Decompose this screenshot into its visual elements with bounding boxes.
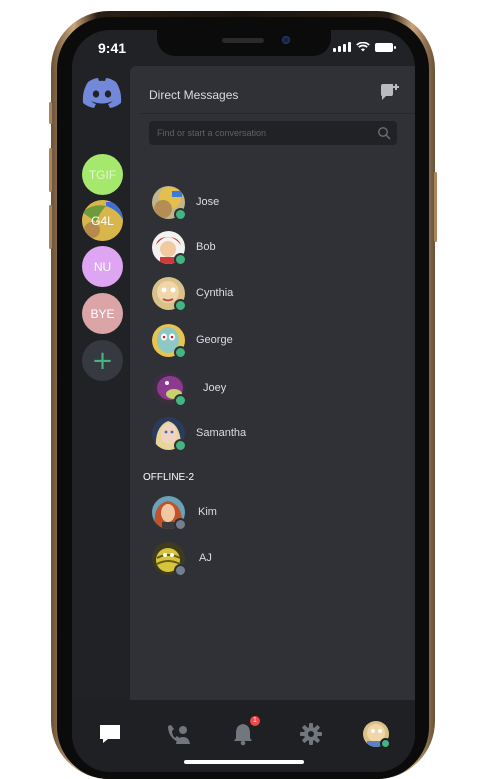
- bottom-tab-bar: 1: [72, 700, 415, 772]
- avatar: [152, 323, 187, 359]
- tab-messages[interactable]: [96, 720, 124, 748]
- guild-tgif[interactable]: TGIF: [82, 154, 123, 195]
- dm-name: Bob: [196, 241, 216, 253]
- mute-switch: [49, 102, 52, 124]
- speaker-grille: [222, 38, 264, 43]
- profile-avatar: [363, 721, 391, 749]
- panel-title: Direct Messages: [149, 88, 239, 102]
- dm-item-samantha[interactable]: Samantha: [152, 415, 392, 452]
- avatar: [152, 276, 187, 312]
- volume-down-button: [49, 205, 52, 249]
- notification-badge: 1: [250, 716, 260, 726]
- status-icons: [333, 42, 396, 52]
- new-group-dm-icon[interactable]: [380, 83, 400, 101]
- cellular-signal-icon: [333, 42, 351, 52]
- dm-item-jose[interactable]: Jose: [152, 184, 392, 221]
- presence-indicator: [174, 438, 187, 452]
- presence-indicator: [380, 738, 391, 749]
- dm-name: Jose: [196, 196, 220, 208]
- app-screen: 9:41 TGIF G4L NU BYE + Direct Messages F…: [72, 30, 415, 772]
- dm-item-cynthia[interactable]: Cynthia: [152, 275, 392, 312]
- offline-section-header: OFFLINE-2: [143, 472, 195, 483]
- chat-icon: [100, 725, 120, 743]
- avatar: [152, 416, 187, 452]
- tab-settings[interactable]: [297, 720, 325, 748]
- status-time: 9:41: [98, 40, 127, 56]
- avatar: [152, 185, 187, 221]
- guild-g4l[interactable]: G4L: [82, 200, 123, 241]
- front-camera: [282, 36, 290, 44]
- header-divider: [140, 113, 415, 114]
- tab-notifications[interactable]: 1: [229, 716, 260, 748]
- dm-item-joey[interactable]: Joey: [152, 370, 392, 407]
- plus-icon: +: [91, 345, 114, 376]
- avatar: [152, 495, 187, 531]
- dm-item-bob[interactable]: Bob: [152, 229, 392, 266]
- avatar: [152, 541, 187, 577]
- dm-item-aj[interactable]: AJ: [152, 540, 392, 577]
- presence-indicator: [174, 252, 187, 266]
- dm-name: George: [196, 334, 233, 346]
- friends-icon: [168, 725, 190, 744]
- presence-indicator: [174, 345, 187, 359]
- presence-indicator: [174, 517, 187, 531]
- guild-rail: TGIF G4L NU BYE +: [72, 66, 130, 698]
- bell-icon: [234, 724, 252, 746]
- dm-name: AJ: [199, 552, 212, 564]
- notch: [157, 30, 331, 56]
- dm-name: Kim: [198, 506, 217, 518]
- tab-profile[interactable]: [362, 720, 391, 749]
- tab-friends[interactable]: [164, 720, 192, 748]
- dm-name: Cynthia: [196, 287, 234, 299]
- gear-icon: [300, 723, 322, 745]
- guild-bye[interactable]: BYE: [82, 293, 123, 334]
- guild-label: TGIF: [88, 167, 117, 182]
- battery-icon: [375, 43, 396, 52]
- presence-indicator: [174, 207, 187, 221]
- guild-nu[interactable]: NU: [82, 246, 123, 287]
- dm-name: Joey: [203, 382, 227, 394]
- search-input[interactable]: [149, 121, 397, 145]
- search-icon: [378, 127, 391, 140]
- discord-logo-icon[interactable]: [81, 76, 123, 110]
- add-server-button[interactable]: +: [82, 340, 123, 381]
- avatar: [152, 371, 187, 407]
- presence-indicator: [174, 393, 187, 407]
- power-button: [434, 172, 437, 242]
- avatar: [152, 230, 187, 266]
- dm-name: Samantha: [196, 427, 247, 439]
- presence-indicator: [174, 563, 187, 577]
- presence-indicator: [174, 298, 187, 312]
- guild-label: G4L: [91, 213, 114, 228]
- dm-item-kim[interactable]: Kim: [152, 494, 392, 531]
- guild-label: BYE: [90, 306, 115, 321]
- direct-messages-panel: Direct Messages Jose: [130, 66, 415, 700]
- dm-item-george[interactable]: George: [152, 322, 392, 359]
- guild-label: NU: [93, 259, 112, 274]
- wifi-icon: [356, 42, 370, 52]
- home-indicator[interactable]: [184, 760, 304, 764]
- volume-up-button: [49, 148, 52, 192]
